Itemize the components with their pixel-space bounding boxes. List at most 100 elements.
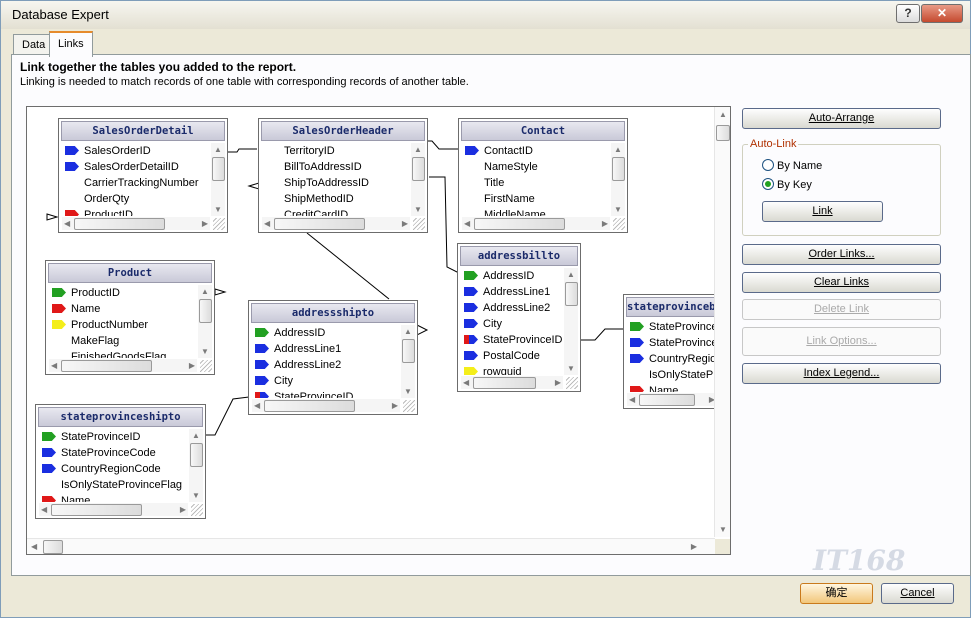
- help-button[interactable]: ?: [896, 4, 920, 23]
- canvas-horizontal-scrollbar[interactable]: ◀ ▶: [27, 538, 715, 554]
- scroll-right-icon[interactable]: ▶: [691, 542, 697, 551]
- field-row[interactable]: ProductID: [49, 285, 197, 301]
- table-header[interactable]: stateprovinceshipto: [38, 407, 203, 427]
- field-row[interactable]: PostalCode: [461, 348, 563, 364]
- table-horizontal-scrollbar[interactable]: ◀ ▶: [39, 503, 188, 516]
- field-row[interactable]: AddressID: [252, 325, 400, 341]
- scroll-left-icon[interactable]: ◀: [464, 219, 470, 228]
- by-name-radio[interactable]: By Name: [762, 159, 822, 172]
- field-row[interactable]: Name: [627, 383, 717, 392]
- scroll-right-icon[interactable]: ▶: [555, 378, 561, 387]
- table-scroll-thumb[interactable]: [639, 394, 695, 406]
- field-row[interactable]: Title: [462, 175, 610, 191]
- field-row[interactable]: AddressID: [461, 268, 563, 284]
- scroll-up-icon[interactable]: ▲: [201, 287, 209, 296]
- scroll-up-icon[interactable]: ▲: [719, 110, 727, 119]
- field-row[interactable]: IsOnlyStateProvinceFlag: [627, 367, 717, 383]
- scroll-left-icon[interactable]: ◀: [41, 505, 47, 514]
- field-row[interactable]: StateProvinceCode: [39, 445, 188, 461]
- table-scroll-thumb[interactable]: [264, 400, 355, 412]
- table-scroll-thumb[interactable]: [190, 443, 203, 467]
- table-horizontal-scrollbar[interactable]: ◀ ▶: [49, 359, 197, 372]
- scroll-left-icon[interactable]: ◀: [254, 401, 260, 410]
- field-row[interactable]: BillToAddressID: [262, 159, 410, 175]
- scroll-left-icon[interactable]: ◀: [463, 378, 469, 387]
- close-button[interactable]: ✕: [921, 4, 963, 23]
- delete-link-button[interactable]: Delete Link: [742, 299, 941, 320]
- table-scroll-thumb[interactable]: [474, 218, 565, 230]
- table-header[interactable]: addressbillto: [460, 246, 578, 266]
- resize-grip-icon[interactable]: [566, 377, 578, 389]
- table-horizontal-scrollbar[interactable]: ◀ ▶: [252, 399, 400, 412]
- vertical-scroll-thumb[interactable]: [716, 125, 730, 141]
- table-vertical-scrollbar[interactable]: ▲▼: [564, 268, 578, 375]
- link-options-button[interactable]: Link Options...: [742, 327, 941, 356]
- scroll-left-icon[interactable]: ◀: [64, 219, 70, 228]
- table-scroll-thumb[interactable]: [412, 157, 425, 181]
- scroll-down-icon[interactable]: ▼: [567, 364, 575, 373]
- resize-grip-icon[interactable]: [200, 360, 212, 372]
- scroll-left-icon[interactable]: ◀: [31, 542, 37, 551]
- table-scroll-thumb[interactable]: [61, 360, 152, 372]
- field-row[interactable]: FinishedGoodsFlag: [49, 349, 197, 358]
- table-header[interactable]: SalesOrderHeader: [261, 121, 425, 141]
- table-scroll-thumb[interactable]: [51, 504, 143, 516]
- scroll-right-icon[interactable]: ▶: [180, 505, 186, 514]
- table-header[interactable]: addressshipto: [251, 303, 415, 323]
- resize-grip-icon[interactable]: [403, 400, 415, 412]
- table-header[interactable]: Product: [48, 263, 212, 283]
- field-row[interactable]: OrderQty: [62, 191, 210, 207]
- table-scroll-thumb[interactable]: [74, 218, 165, 230]
- scroll-left-icon[interactable]: ◀: [629, 395, 635, 404]
- clear-links-button[interactable]: Clear Links: [742, 272, 941, 293]
- scroll-right-icon[interactable]: ▶: [392, 401, 398, 410]
- scroll-left-icon[interactable]: ◀: [264, 219, 270, 228]
- scroll-up-icon[interactable]: ▲: [567, 270, 575, 279]
- field-row[interactable]: AddressLine2: [461, 300, 563, 316]
- field-row[interactable]: CreditCardID: [262, 207, 410, 216]
- resize-grip-icon[interactable]: [213, 218, 225, 230]
- table-vertical-scrollbar[interactable]: ▲▼: [411, 143, 425, 216]
- scroll-up-icon[interactable]: ▲: [214, 145, 222, 154]
- field-row[interactable]: TerritoryID: [262, 143, 410, 159]
- field-row[interactable]: ContactID: [462, 143, 610, 159]
- table-vertical-scrollbar[interactable]: ▲▼: [611, 143, 625, 216]
- field-row[interactable]: StateProvinceID: [461, 332, 563, 348]
- field-row[interactable]: SalesOrderDetailID: [62, 159, 210, 175]
- table-scroll-thumb[interactable]: [212, 157, 225, 181]
- table-addressshipto[interactable]: addressshipto AddressID AddressLine1 Addres…: [248, 300, 418, 415]
- scroll-down-icon[interactable]: ▼: [719, 525, 727, 534]
- scroll-down-icon[interactable]: ▼: [201, 347, 209, 356]
- table-horizontal-scrollbar[interactable]: ◀ ▶: [627, 393, 717, 406]
- scroll-up-icon[interactable]: ▲: [614, 145, 622, 154]
- table-vertical-scrollbar[interactable]: ▲▼: [401, 325, 415, 398]
- field-row[interactable]: ShipMethodID: [262, 191, 410, 207]
- scroll-right-icon[interactable]: ▶: [189, 361, 195, 370]
- scroll-right-icon[interactable]: ▶: [602, 219, 608, 228]
- table-vertical-scrollbar[interactable]: ▲▼: [198, 285, 212, 358]
- table-scroll-thumb[interactable]: [473, 377, 537, 389]
- field-row[interactable]: AddressLine1: [252, 341, 400, 357]
- table-scroll-thumb[interactable]: [274, 218, 365, 230]
- field-row[interactable]: StateProvinceID: [39, 429, 188, 445]
- field-row[interactable]: ProductID: [62, 207, 210, 216]
- field-row[interactable]: City: [461, 316, 563, 332]
- scroll-right-icon[interactable]: ▶: [202, 219, 208, 228]
- field-row[interactable]: NameStyle: [462, 159, 610, 175]
- scroll-down-icon[interactable]: ▼: [614, 205, 622, 214]
- scroll-up-icon[interactable]: ▲: [414, 145, 422, 154]
- table-horizontal-scrollbar[interactable]: ◀ ▶: [462, 217, 610, 230]
- scroll-right-icon[interactable]: ▶: [402, 219, 408, 228]
- resize-grip-icon[interactable]: [413, 218, 425, 230]
- field-row[interactable]: FirstName: [462, 191, 610, 207]
- field-row[interactable]: CountryRegionCode: [627, 351, 717, 367]
- table-header[interactable]: SalesOrderDetail: [61, 121, 225, 141]
- table-SalesOrderHeader[interactable]: SalesOrderHeader TerritoryID BillToAddress…: [258, 118, 428, 233]
- tab-links[interactable]: Links: [49, 31, 93, 57]
- table-header[interactable]: Contact: [461, 121, 625, 141]
- cancel-button[interactable]: Cancel: [881, 583, 954, 604]
- table-horizontal-scrollbar[interactable]: ◀ ▶: [461, 376, 563, 389]
- table-vertical-scrollbar[interactable]: ▲▼: [211, 143, 225, 216]
- scroll-down-icon[interactable]: ▼: [404, 387, 412, 396]
- canvas-vertical-scrollbar[interactable]: ▲ ▼: [714, 107, 730, 537]
